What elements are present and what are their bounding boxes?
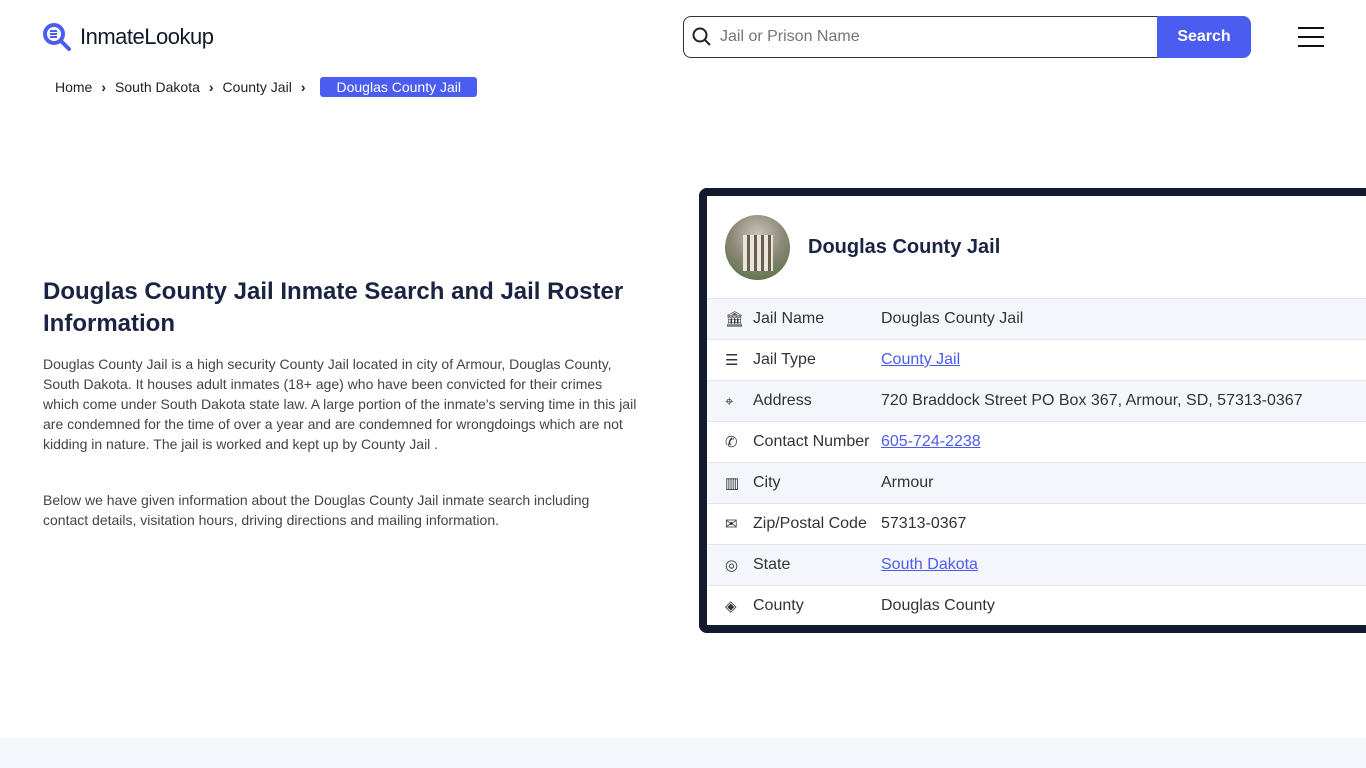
row-value: Armour <box>881 474 934 491</box>
chevron-right-icon: › <box>300 79 306 95</box>
row-label: Contact Number <box>753 433 870 450</box>
row-label: State <box>753 556 791 573</box>
info-row: ⌖ Address 720 Braddock Street PO Box 367, … <box>707 380 1366 421</box>
hamburger-menu-icon[interactable] <box>1298 27 1324 47</box>
info-row: ◎ State South Dakota <box>707 544 1366 585</box>
row-label: County <box>753 597 804 614</box>
jail-photo <box>725 214 790 280</box>
chevron-right-icon: › <box>101 79 107 95</box>
info-row: ☰ Jail Type County Jail <box>707 339 1366 380</box>
page-title: Douglas County Jail Inmate Search and Ja… <box>43 278 624 337</box>
row-link[interactable]: 605-724-2238 <box>881 433 981 451</box>
breadcrumb-home[interactable]: Home <box>55 79 92 95</box>
row-value: 720 Braddock Street PO Box 367, Armour, … <box>881 392 1303 409</box>
breadcrumb-type[interactable]: County Jail <box>223 79 292 95</box>
breadcrumb-current: Douglas County Jail <box>320 77 477 97</box>
row-value: Douglas County <box>881 597 995 614</box>
jail-info-card: Douglas County Jail 🏛 Jail Name Douglas Co… <box>699 188 1366 633</box>
magnifier-logo-icon <box>43 23 71 51</box>
globe-icon: ◎ <box>725 557 739 574</box>
row-label: Address <box>753 392 812 409</box>
county-icon: ◈ <box>725 598 737 615</box>
row-value: Douglas County Jail <box>881 310 1024 327</box>
info-row: ✆ Contact Number 605-724-2238 <box>707 421 1366 462</box>
map-icon: ▥ <box>725 475 740 492</box>
brand-name: InmateLookup <box>80 24 214 49</box>
row-label: City <box>753 474 781 491</box>
search-form: Search <box>683 16 1251 58</box>
card-title: Douglas County Jail <box>808 235 1001 258</box>
intro-paragraph: Douglas County Jail is a high security C… <box>43 356 637 452</box>
list-icon: ☰ <box>725 352 739 369</box>
mail-icon: ✉ <box>725 516 738 533</box>
info-row: ◈ County Douglas County <box>707 585 1366 626</box>
info-row: 🏛 Jail Name Douglas County Jail <box>707 298 1366 339</box>
bank-icon: 🏛 <box>725 311 745 328</box>
row-label: Zip/Postal Code <box>753 515 867 532</box>
breadcrumb: Home › South Dakota › County Jail › Douglas… <box>55 77 477 97</box>
info-row: ✉ Zip/Postal Code 57313-0367 <box>707 503 1366 544</box>
row-link[interactable]: South Dakota <box>881 556 978 574</box>
footer-band <box>0 738 1366 768</box>
row-label: Jail Name <box>753 310 825 327</box>
breadcrumb-state[interactable]: South Dakota <box>115 79 200 95</box>
phone-icon: ✆ <box>725 434 738 451</box>
search-icon <box>692 27 711 46</box>
search-input[interactable] <box>720 28 1157 46</box>
map-pin-icon: ⌖ <box>725 392 734 410</box>
search-button[interactable]: Search <box>1157 16 1251 58</box>
row-value: 57313-0367 <box>881 515 967 532</box>
row-link[interactable]: County Jail <box>881 351 960 369</box>
info-paragraph: Below we have given information about th… <box>43 492 590 528</box>
info-row: ▥ City Armour <box>707 462 1366 503</box>
logo[interactable]: InmateLookup <box>42 22 214 52</box>
chevron-right-icon: › <box>208 79 214 95</box>
row-label: Jail Type <box>753 351 816 368</box>
